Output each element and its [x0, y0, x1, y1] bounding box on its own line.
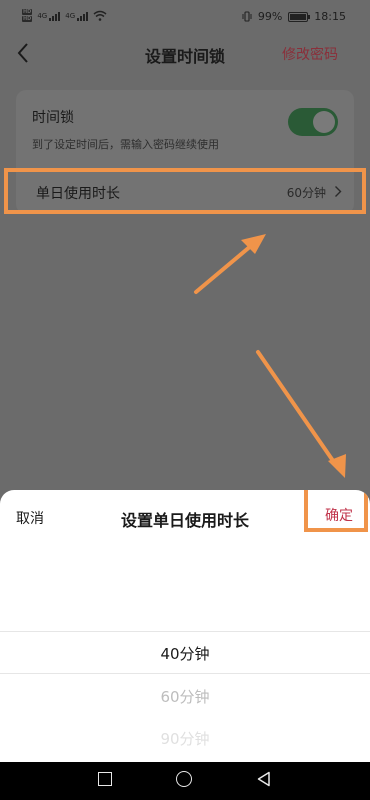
nav-bar: 设置时间锁 修改密码 [0, 34, 370, 74]
daily-duration-value: 60分钟 [286, 186, 326, 200]
annotation-arrow-down [256, 350, 346, 478]
toggle-knob [313, 111, 335, 133]
hd-badge: HD HD [22, 9, 33, 22]
chevron-right-icon [335, 186, 342, 197]
picker-option[interactable]: 90分钟 [0, 728, 370, 749]
signal-icon [49, 11, 61, 21]
picker-divider [0, 673, 370, 674]
battery-icon [288, 11, 311, 22]
network-label: 4G [37, 11, 48, 20]
duration-picker-sheet: 取消 设置单日使用时长 确定 40分钟 60分钟 90分钟 [0, 490, 370, 762]
hd-badge-label: HD [22, 9, 33, 15]
status-bar-left: HD HD 4G 4G [22, 9, 107, 22]
confirm-button[interactable]: 确定 [304, 490, 368, 532]
home-icon[interactable] [176, 771, 192, 787]
time-lock-toggle[interactable] [288, 108, 338, 136]
vibrate-icon [242, 11, 252, 22]
confirm-label: 确定 [325, 508, 353, 524]
network-label: 4G [65, 11, 76, 20]
annotation-arrow-up [194, 234, 266, 294]
status-bar: HD HD 4G 4G 99% 18:15 [0, 0, 370, 34]
signal-icon [77, 11, 89, 21]
time-lock-description: 到了设定时间后，需输入密码继续使用 [32, 138, 219, 151]
picker-option-selected[interactable]: 40分钟 [0, 643, 370, 664]
daily-duration-label: 单日使用时长 [36, 186, 120, 202]
change-password-button[interactable]: 修改密码 [282, 44, 338, 64]
wifi-icon [93, 10, 107, 21]
recent-apps-icon[interactable] [98, 772, 112, 786]
back-triangle-icon[interactable] [256, 771, 272, 787]
battery-fill [290, 13, 307, 20]
hd-badge-label: HD [22, 16, 33, 22]
picker-divider [0, 631, 370, 632]
battery-percent: 99% [257, 10, 283, 23]
time-lock-title: 时间锁 [32, 110, 74, 126]
status-bar-right: 99% 18:15 [242, 10, 346, 23]
daily-duration-row[interactable]: 单日使用时长 60分钟 [4, 168, 366, 214]
clock: 18:15 [314, 10, 346, 23]
system-nav-bar [0, 762, 370, 800]
picker-option[interactable]: 60分钟 [0, 686, 370, 707]
